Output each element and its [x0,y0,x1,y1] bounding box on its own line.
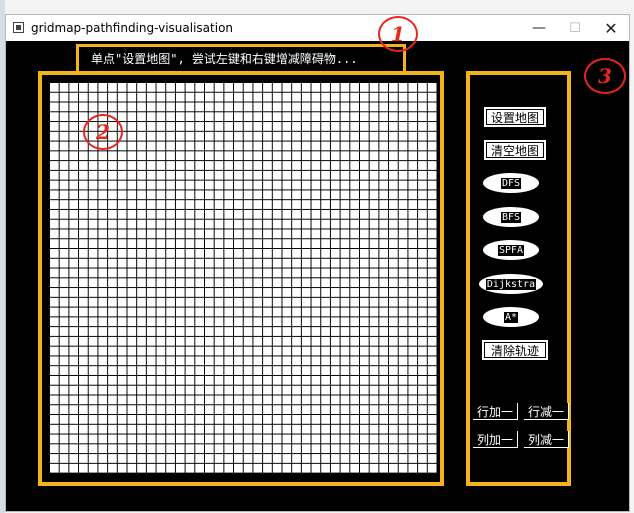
astar-button[interactable]: A* [483,307,539,327]
remove-row-button[interactable]: 行减一 [524,403,569,420]
annotation-marker-1: 1 [378,16,418,52]
annotation-marker-2: 2 [83,114,123,150]
annotation-marker-3: 3 [584,58,626,94]
close-button[interactable]: ✕ [593,15,629,41]
spfa-label: SPFA [497,244,525,256]
window-title: gridmap-pathfinding-visualisation [31,21,234,35]
app-icon [13,22,24,33]
add-column-button[interactable]: 列加一 [473,431,518,448]
bfs-label: BFS [500,211,522,223]
bfs-button[interactable]: BFS [483,207,539,227]
dijkstra-button[interactable]: Dijkstra [479,274,543,294]
maximize-button[interactable]: ☐ [557,15,593,41]
add-row-button[interactable]: 行加一 [473,403,518,420]
clear-map-button[interactable]: 清空地图 [484,140,546,160]
hint-text: 单点"设置地图", 尝试左键和右键增减障碍物... [76,44,406,74]
title-bar[interactable]: gridmap-pathfinding-visualisation — ☐ ✕ [6,15,629,41]
dfs-button[interactable]: DFS [483,173,539,193]
spfa-button[interactable]: SPFA [483,240,539,260]
minimize-button[interactable]: — [521,15,557,41]
app-window: gridmap-pathfinding-visualisation — ☐ ✕ … [5,14,630,512]
dijkstra-label: Dijkstra [485,278,537,290]
astar-label: A* [503,311,519,323]
set-map-button[interactable]: 设置地图 [484,107,546,127]
canvas-area: 单点"设置地图", 尝试左键和右键增减障碍物... 设置地图 清空地图 DFS … [6,41,629,511]
dfs-label: DFS [500,177,522,189]
remove-column-button[interactable]: 列减一 [524,431,569,448]
clear-trace-button[interactable]: 清除轨迹 [482,340,548,360]
